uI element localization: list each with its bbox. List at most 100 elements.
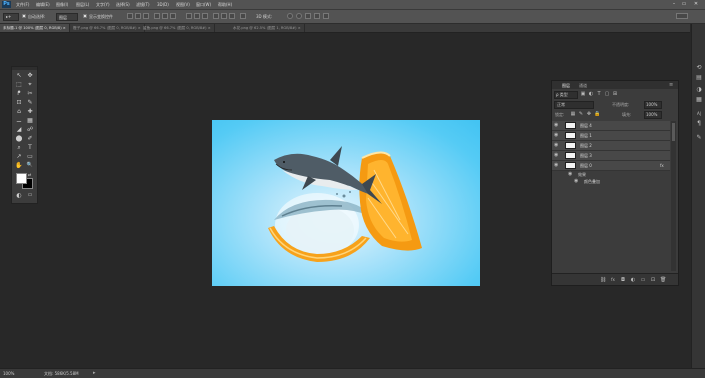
3d-rotate-icon[interactable] [287,13,293,19]
adjustments-icon[interactable]: ▦ [695,96,703,104]
align-top-icon[interactable] [127,13,133,19]
layer-row[interactable]: ◉ 图层 4 [552,121,670,131]
marquee-tool-icon[interactable]: ⬚ [14,80,24,89]
opacity-field[interactable]: 100% [644,101,662,109]
distribute-bottom-icon[interactable] [202,13,208,19]
brush-presets-icon[interactable]: ✎ [695,134,703,142]
3d-roll-icon[interactable] [296,13,302,19]
workspace-switcher[interactable] [676,13,688,19]
auto-select-checkbox[interactable] [22,14,26,18]
menu-filter[interactable]: 滤镜(T) [136,2,150,8]
distribute-vcenter-icon[interactable] [194,13,200,19]
panel-menu-icon[interactable]: ≡ [669,82,673,88]
menu-file[interactable]: 文件(F) [16,2,29,8]
effects-row[interactable]: ◉ 效果 [552,171,670,178]
dodge-tool-icon[interactable]: ⬤ [14,134,24,143]
effects-eye-icon[interactable]: ◉ [568,172,572,177]
align-hcenter-icon[interactable] [162,13,168,19]
status-arrow-icon[interactable]: ▸ [93,370,96,376]
distribute-left-icon[interactable] [213,13,219,19]
healing-tool-icon[interactable]: ✚ [25,107,35,116]
paragraph-icon[interactable]: ¶ [695,120,703,128]
properties-icon[interactable]: ▤ [695,74,703,82]
maximize-button[interactable]: ▭ [680,1,688,7]
distribute-hcenter-icon[interactable] [221,13,227,19]
tab-shark[interactable]: 鲨鱼.png @ 66.7% (图层 0, RGB/8#) × [140,24,215,32]
fx-badge[interactable]: fx [660,163,664,168]
blend-mode-dropdown[interactable]: 正常 [554,101,594,109]
foreground-color-swatch[interactable] [16,173,27,184]
tab-untitled-1[interactable]: 未标题-1 @ 100% (图层 0, RGB/8) × [0,24,70,32]
menu-edit[interactable]: 编辑(E) [36,2,50,8]
menu-view[interactable]: 视图(V) [176,2,190,8]
align-right-icon[interactable] [170,13,176,19]
menu-image[interactable]: 图像(I) [56,2,68,8]
delete-layer-icon[interactable]: 🗑 [660,277,666,283]
tab-orange[interactable]: 橙子.png @ 66.7% (图层 0, RGB/8#) × [70,24,145,32]
align-bottom-icon[interactable] [143,13,149,19]
filter-smart-icon[interactable]: ⊞ [612,91,618,97]
add-style-icon[interactable]: fx [610,277,616,283]
menu-type[interactable]: 文字(Y) [96,2,110,8]
lock-position-icon[interactable]: ✥ [586,111,592,117]
hand-tool-icon[interactable]: ✋ [14,161,24,170]
auto-select-dropdown[interactable]: 图层 [56,13,78,21]
link-layers-icon[interactable]: ⛓ [600,277,606,283]
history-brush-tool-icon[interactable]: ☍ [25,125,35,134]
menu-layer[interactable]: 图层(L) [76,2,89,8]
swap-colors-icon[interactable]: ⇄ [28,172,31,177]
blur-tool-icon[interactable]: ◢ [14,125,24,134]
fill-field[interactable]: 100% [644,111,662,119]
3d-scale-icon[interactable] [323,13,329,19]
document-info[interactable]: 文档: 586K/5.58M [44,371,79,377]
move-tool-icon[interactable]: ↖ [14,71,24,80]
character-icon[interactable]: A| [695,110,703,118]
visibility-eye-icon[interactable]: ◉ [554,143,558,148]
distribute-right-icon[interactable] [229,13,235,19]
distribute-top-icon[interactable] [186,13,192,19]
eraser-tool-icon[interactable]: ⚊ [14,116,24,125]
crop-tool-icon[interactable]: ✂ [25,89,35,98]
pen-tool-icon[interactable]: ✐ [25,134,35,143]
lock-transparent-icon[interactable]: ▦ [570,111,576,117]
lock-all-icon[interactable]: 🔒 [594,111,600,117]
quick-select-tool-icon[interactable]: ⌖ [25,80,35,89]
menu-3d[interactable]: 3D(D) [157,2,169,7]
type-tool-icon[interactable]: T [25,143,35,152]
screen-mode-icon[interactable]: ▭ [25,191,35,200]
layer-row[interactable]: ◉ 图层 0 fx [552,161,670,171]
artboard-tool-icon[interactable]: ✥ [25,71,35,80]
zoom-tool-icon[interactable]: 🔍 [25,161,35,170]
align-left-icon[interactable] [154,13,160,19]
tool-preset-picker[interactable]: ▸+ [3,13,19,21]
shape-tool-icon[interactable]: ▭ [25,152,35,161]
new-adjustment-icon[interactable]: ◐ [630,277,636,283]
3d-slide-icon[interactable] [314,13,320,19]
align-vcenter-icon[interactable] [135,13,141,19]
tab-splash[interactable]: 水花.png @ 62.5% (图层 1, RGB/8#) × [230,24,305,32]
minimize-button[interactable]: – [670,1,678,7]
show-transform-checkbox[interactable] [83,14,87,18]
document-canvas[interactable] [212,120,480,286]
new-group-icon[interactable]: ▭ [640,277,646,283]
menu-window[interactable]: 窗口(W) [196,2,211,8]
lock-pixels-icon[interactable]: ✎ [578,111,584,117]
filter-type-icon[interactable]: T [596,91,602,97]
tools-panel-grip[interactable] [12,67,37,70]
direct-select-tool-icon[interactable]: ↗ [14,152,24,161]
new-layer-icon[interactable]: ⊡ [650,277,656,283]
effect-eye-icon[interactable]: ◉ [574,179,578,184]
layers-scroll-thumb[interactable] [672,123,675,141]
layer-row[interactable]: ◉ 图层 2 [552,141,670,151]
quick-mask-icon[interactable]: ◐ [14,191,24,200]
layer-row[interactable]: ◉ 图层 1 [552,131,670,141]
color-icon[interactable]: ◑ [695,86,703,94]
menu-select[interactable]: 选择(S) [116,2,130,8]
layers-scrollbar[interactable] [671,121,676,271]
auto-align-icon[interactable] [240,13,246,19]
zoom-level[interactable]: 100% [3,371,14,376]
layer-kind-filter[interactable]: ρ 类型 [554,91,578,99]
close-button[interactable]: ✕ [692,1,700,7]
path-select-tool-icon[interactable]: ⌕ [14,143,24,152]
layer-row[interactable]: ◉ 图层 3 [552,151,670,161]
